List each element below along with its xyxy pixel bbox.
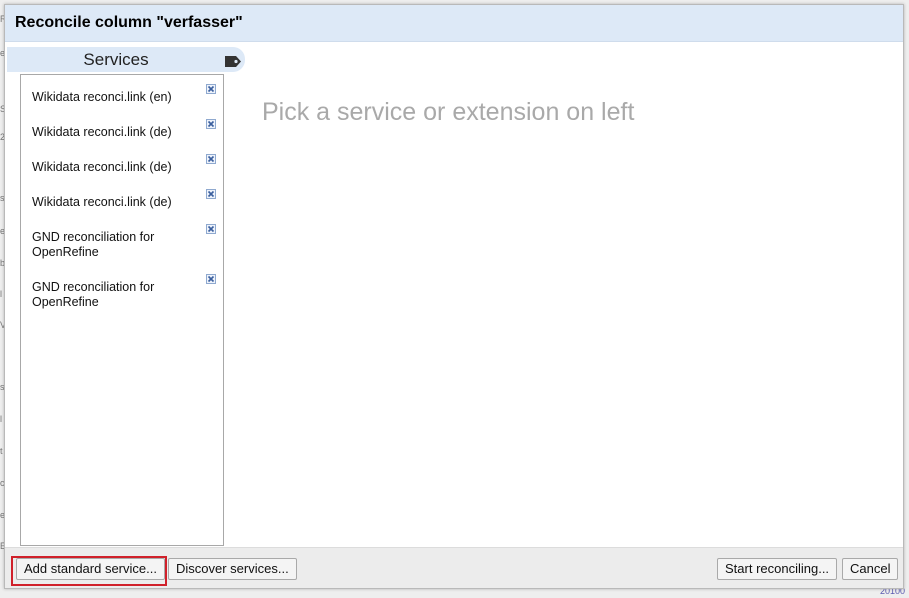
cancel-button[interactable]: Cancel	[842, 558, 899, 580]
discover-services-button[interactable]: Discover services...	[168, 558, 297, 580]
service-item-label: Wikidata reconci.link (de)	[32, 195, 172, 209]
dialog-footer: Add standard service... Discover service…	[5, 547, 903, 588]
dialog-title: Reconcile column "verfasser"	[15, 14, 243, 31]
remove-icon[interactable]	[206, 119, 216, 129]
services-heading: Services	[7, 47, 245, 72]
remove-icon[interactable]	[206, 154, 216, 164]
service-item-label: Wikidata reconci.link (de)	[32, 125, 172, 139]
services-heading-label: Services	[83, 50, 149, 69]
remove-icon[interactable]	[206, 224, 216, 234]
background-fragment: l	[0, 289, 2, 299]
add-standard-service-button[interactable]: Add standard service...	[16, 558, 165, 580]
remove-icon[interactable]	[206, 274, 216, 284]
start-reconciling-button[interactable]: Start reconciling...	[717, 558, 838, 580]
service-item-label: Wikidata reconci.link (en)	[32, 90, 172, 104]
background-fragment: t	[0, 446, 3, 456]
service-item-label: GND reconciliation for OpenRefine	[32, 280, 155, 309]
remove-icon[interactable]	[206, 189, 216, 199]
service-placeholder: Pick a service or extension on left	[262, 98, 635, 126]
service-item-label: Wikidata reconci.link (de)	[32, 160, 172, 174]
background-fragment: l	[0, 414, 2, 424]
remove-icon[interactable]	[206, 84, 216, 94]
service-item-label: GND reconciliation for OpenRefine	[32, 230, 155, 259]
dialog-header: Reconcile column "verfasser"	[5, 5, 903, 42]
reconcile-dialog: Reconcile column "verfasser" Services Wi…	[4, 4, 904, 589]
tag-icon[interactable]	[225, 54, 241, 67]
service-list: Wikidata reconci.link (en) Wikidata reco…	[20, 74, 224, 546]
